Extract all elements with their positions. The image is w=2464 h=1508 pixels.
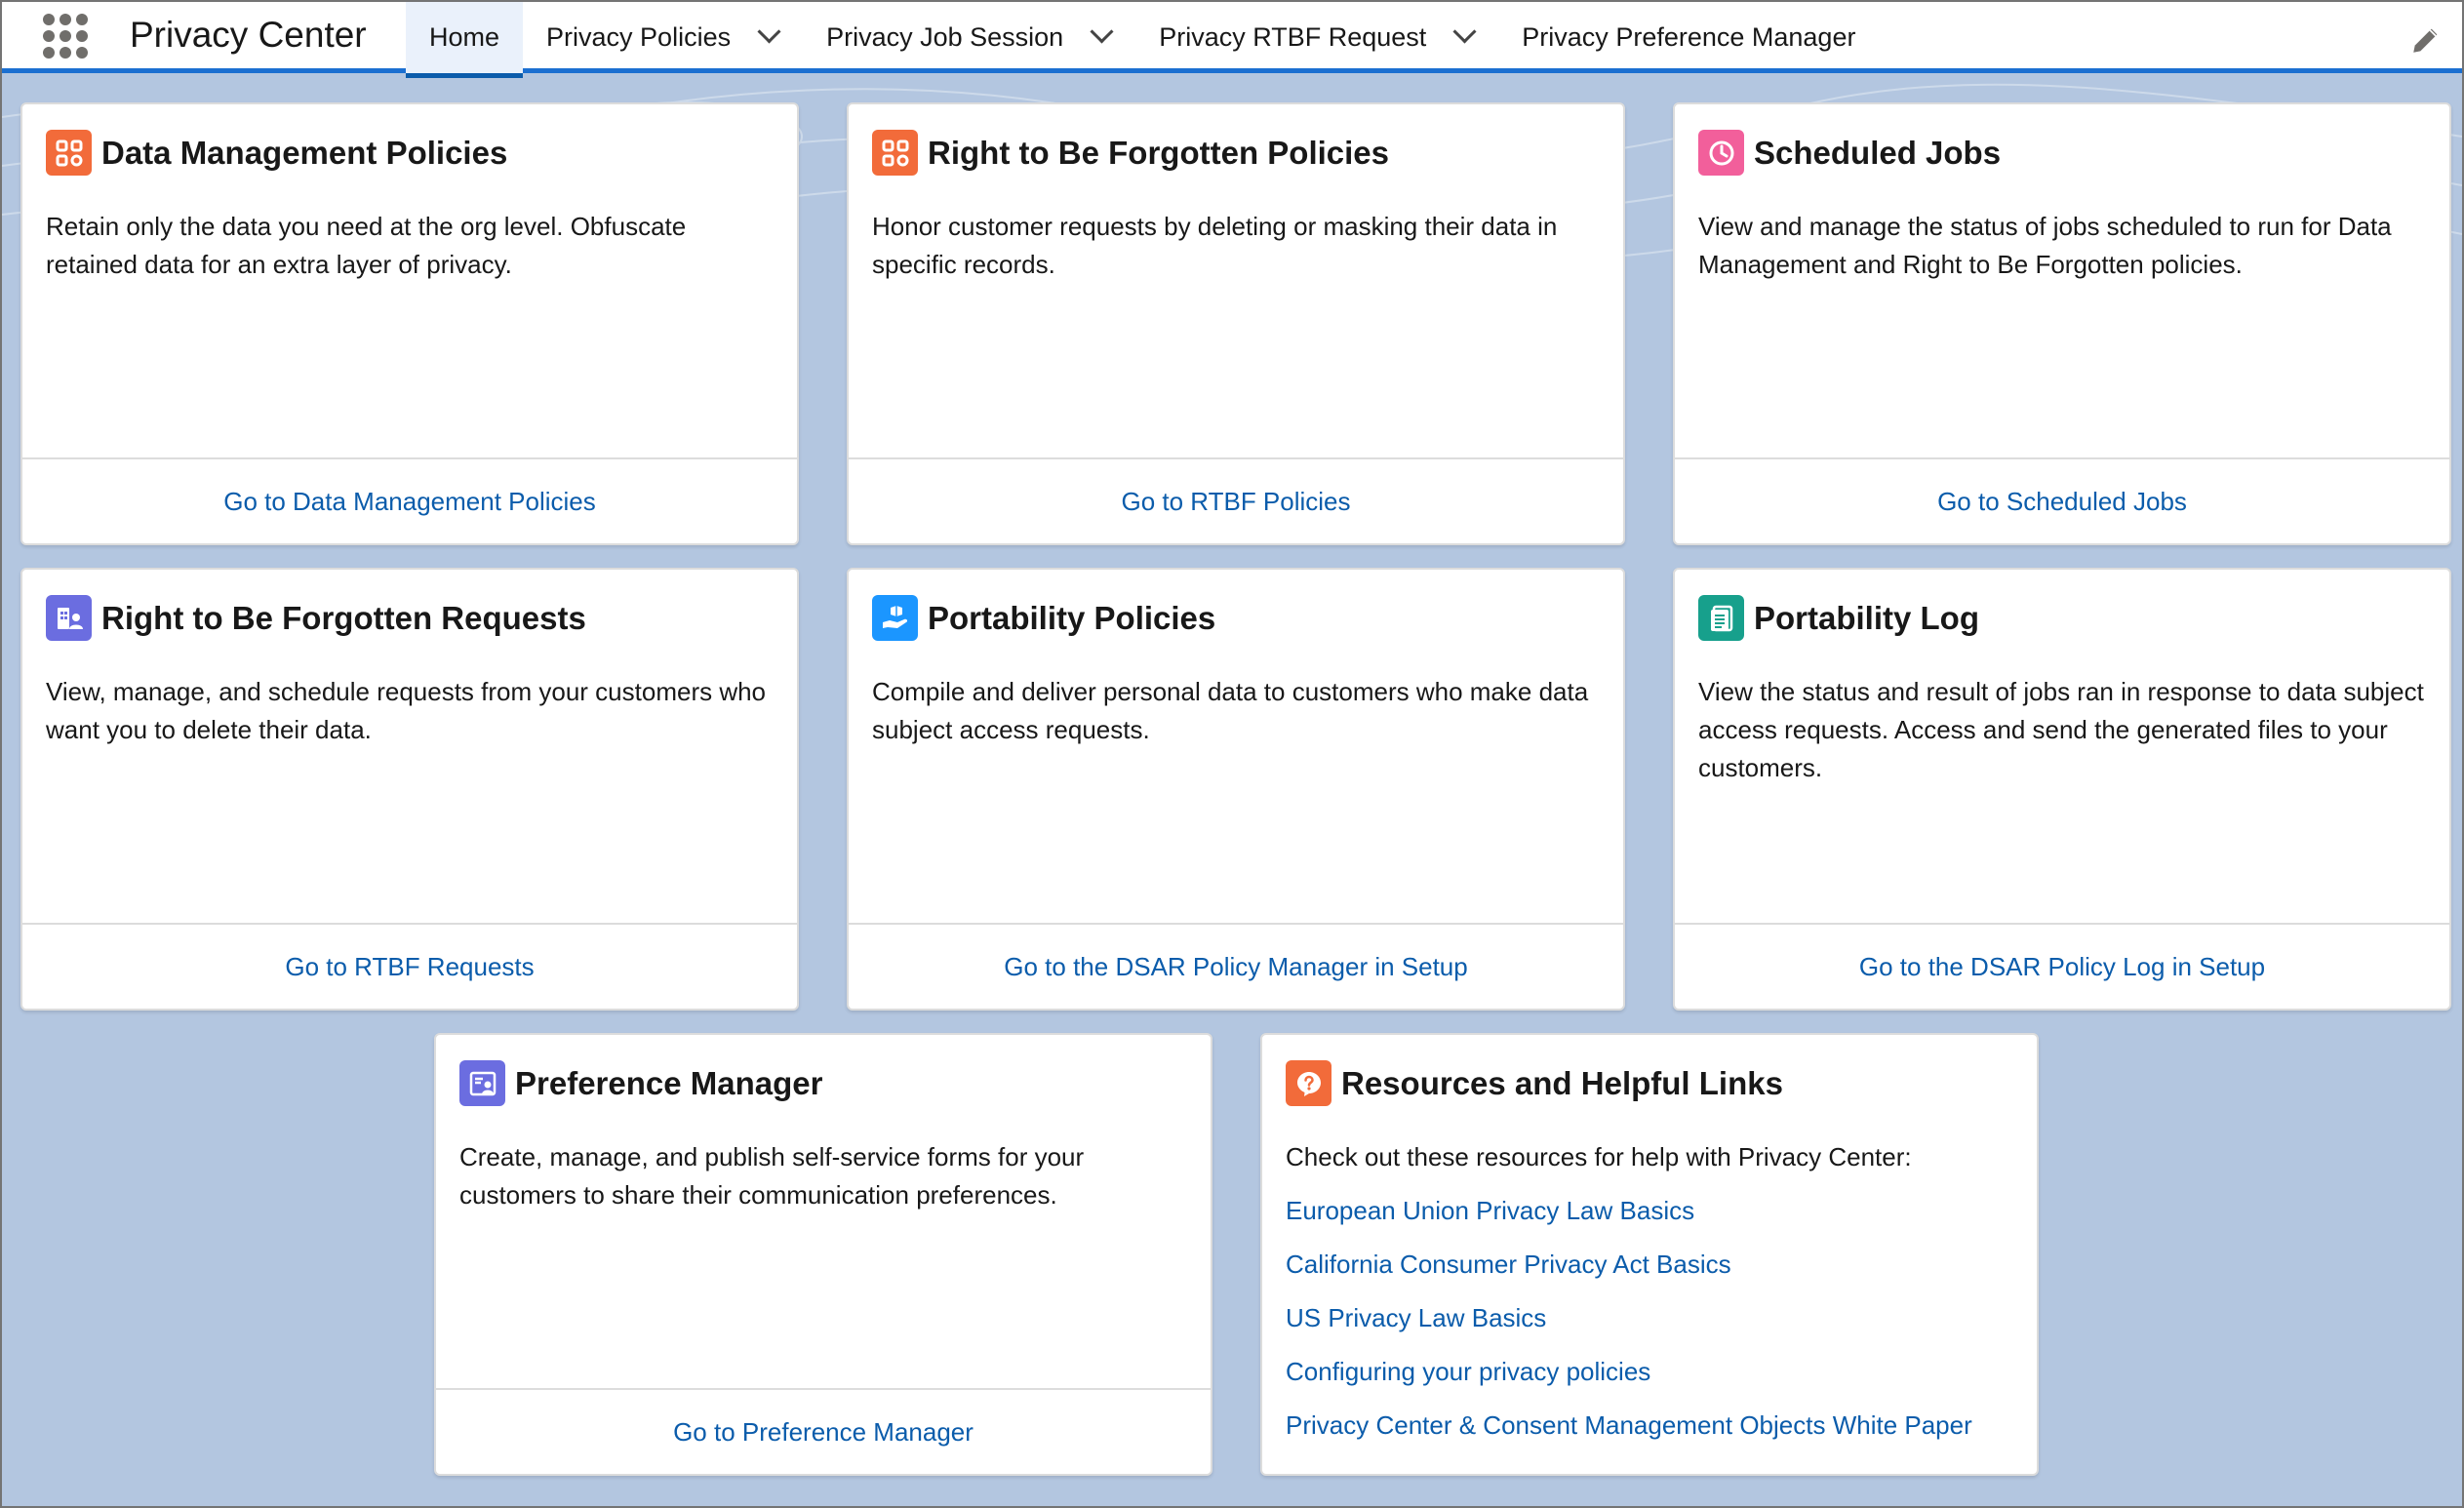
tab-privacy-policies[interactable]: Privacy Policies — [523, 2, 803, 73]
card-resources-helpful-links: Resources and Helpful Links Check out th… — [1260, 1033, 2039, 1476]
go-to-preference-manager-link[interactable]: Go to Preference Manager — [673, 1417, 974, 1448]
chevron-down-icon[interactable] — [1091, 23, 1112, 45]
card-footer: Go to Data Management Policies — [22, 457, 797, 543]
card-description: Create, manage, and publish self-service… — [459, 1142, 1085, 1210]
card-description: Compile and deliver personal data to cus… — [872, 677, 1589, 744]
eu-privacy-law-basics-link[interactable]: European Union Privacy Law Basics — [1286, 1192, 1972, 1230]
card-description: View, manage, and schedule requests from… — [46, 677, 767, 744]
tab-label: Privacy Policies — [546, 22, 732, 52]
card-title: Data Management Policies — [101, 134, 508, 171]
nav-tabs: Home Privacy Policies Privacy Job Sessio… — [406, 2, 1879, 78]
go-to-dsar-policy-log-link[interactable]: Go to the DSAR Policy Log in Setup — [1859, 952, 2265, 982]
go-to-rtbf-policies-link[interactable]: Go to RTBF Policies — [1121, 487, 1350, 517]
card-header: Preference Manager — [459, 1060, 822, 1106]
card-footer: Go to the DSAR Policy Log in Setup — [1675, 923, 2449, 1009]
package-hand-icon — [872, 595, 918, 641]
go-to-dsar-policy-manager-link[interactable]: Go to the DSAR Policy Manager in Setup — [1004, 952, 1467, 982]
card-portability-policies: Portability Policies Compile and deliver… — [847, 568, 1625, 1011]
card-scheduled-jobs: Scheduled Jobs View and manage the statu… — [1673, 102, 2451, 545]
card-header: Right to Be Forgotten Requests — [46, 595, 586, 641]
card-title: Portability Log — [1754, 599, 1979, 636]
card-header: Data Management Policies — [46, 130, 507, 176]
go-to-data-management-policies-link[interactable]: Go to Data Management Policies — [223, 487, 596, 517]
card-portability-log: Portability Log View the status and resu… — [1673, 568, 2451, 1011]
ccpa-basics-link[interactable]: California Consumer Privacy Act Basics — [1286, 1246, 1972, 1284]
card-header: Right to Be Forgotten Policies — [872, 130, 1389, 176]
card-rtbf-policies: Right to Be Forgotten Policies Honor cus… — [847, 102, 1625, 545]
log-document-icon — [1698, 595, 1744, 641]
card-description: Honor customer requests by deleting or m… — [872, 212, 1558, 279]
tab-label: Privacy RTBF Request — [1159, 22, 1427, 52]
tab-privacy-job-session[interactable]: Privacy Job Session — [803, 2, 1135, 73]
card-header: Portability Policies — [872, 595, 1215, 641]
configuring-privacy-policies-link[interactable]: Configuring your privacy policies — [1286, 1353, 1972, 1391]
card-header: Scheduled Jobs — [1698, 130, 2001, 176]
card-header: Portability Log — [1698, 595, 1979, 641]
preference-form-icon — [459, 1060, 505, 1106]
app-launcher-icon[interactable] — [43, 14, 88, 59]
request-person-icon — [46, 595, 92, 641]
policy-grid-icon — [46, 130, 92, 176]
card-description: View the status and result of jobs ran i… — [1698, 677, 2424, 782]
clock-icon — [1698, 130, 1744, 176]
card-title: Resources and Helpful Links — [1341, 1064, 1783, 1101]
card-footer: Go to Preference Manager — [436, 1388, 1211, 1474]
policy-grid-icon — [872, 130, 918, 176]
app-frame: Privacy Center Home Privacy Policies Pri… — [0, 0, 2464, 1508]
tab-label: Privacy Job Session — [826, 22, 1064, 52]
card-rtbf-requests: Right to Be Forgotten Requests View, man… — [20, 568, 799, 1011]
tab-privacy-preference-manager[interactable]: Privacy Preference Manager — [1498, 2, 1879, 73]
go-to-rtbf-requests-link[interactable]: Go to RTBF Requests — [285, 952, 534, 982]
go-to-scheduled-jobs-link[interactable]: Go to Scheduled Jobs — [1937, 487, 2187, 517]
global-nav-bar: Privacy Center Home Privacy Policies Pri… — [2, 2, 2462, 78]
tab-home[interactable]: Home — [406, 2, 524, 78]
app-name: Privacy Center — [130, 15, 367, 55]
tab-label: Privacy Preference Manager — [1522, 22, 1856, 52]
white-paper-link[interactable]: Privacy Center & Consent Management Obje… — [1286, 1407, 1972, 1445]
card-description: Retain only the data you need at the org… — [46, 212, 687, 279]
resources-intro: Check out these resources for help with … — [1286, 1142, 1912, 1171]
card-description: View and manage the status of jobs sched… — [1698, 212, 2392, 279]
card-title: Right to Be Forgotten Requests — [101, 599, 586, 636]
chevron-down-icon[interactable] — [758, 23, 779, 45]
card-footer: Go to the DSAR Policy Manager in Setup — [849, 923, 1623, 1009]
question-icon — [1286, 1060, 1331, 1106]
card-title: Right to Be Forgotten Policies — [928, 134, 1390, 171]
card-title: Scheduled Jobs — [1754, 134, 2002, 171]
us-privacy-law-basics-link[interactable]: US Privacy Law Basics — [1286, 1299, 1972, 1337]
card-footer: Go to RTBF Requests — [22, 923, 797, 1009]
card-preference-manager: Preference Manager Create, manage, and p… — [434, 1033, 1212, 1476]
tab-privacy-rtbf-request[interactable]: Privacy RTBF Request — [1135, 2, 1498, 73]
resource-links-list: Check out these resources for help with … — [1286, 1138, 1972, 1460]
card-footer: Go to RTBF Policies — [849, 457, 1623, 543]
card-title: Portability Policies — [928, 599, 1216, 636]
card-footer: Go to Scheduled Jobs — [1675, 457, 2449, 543]
chevron-down-icon[interactable] — [1453, 23, 1475, 45]
card-title: Preference Manager — [515, 1064, 823, 1101]
tab-label: Home — [429, 22, 500, 52]
card-header: Resources and Helpful Links — [1286, 1060, 1783, 1106]
card-data-management-policies: Data Management Policies Retain only the… — [20, 102, 799, 545]
pencil-edit-icon[interactable] — [2409, 23, 2443, 57]
